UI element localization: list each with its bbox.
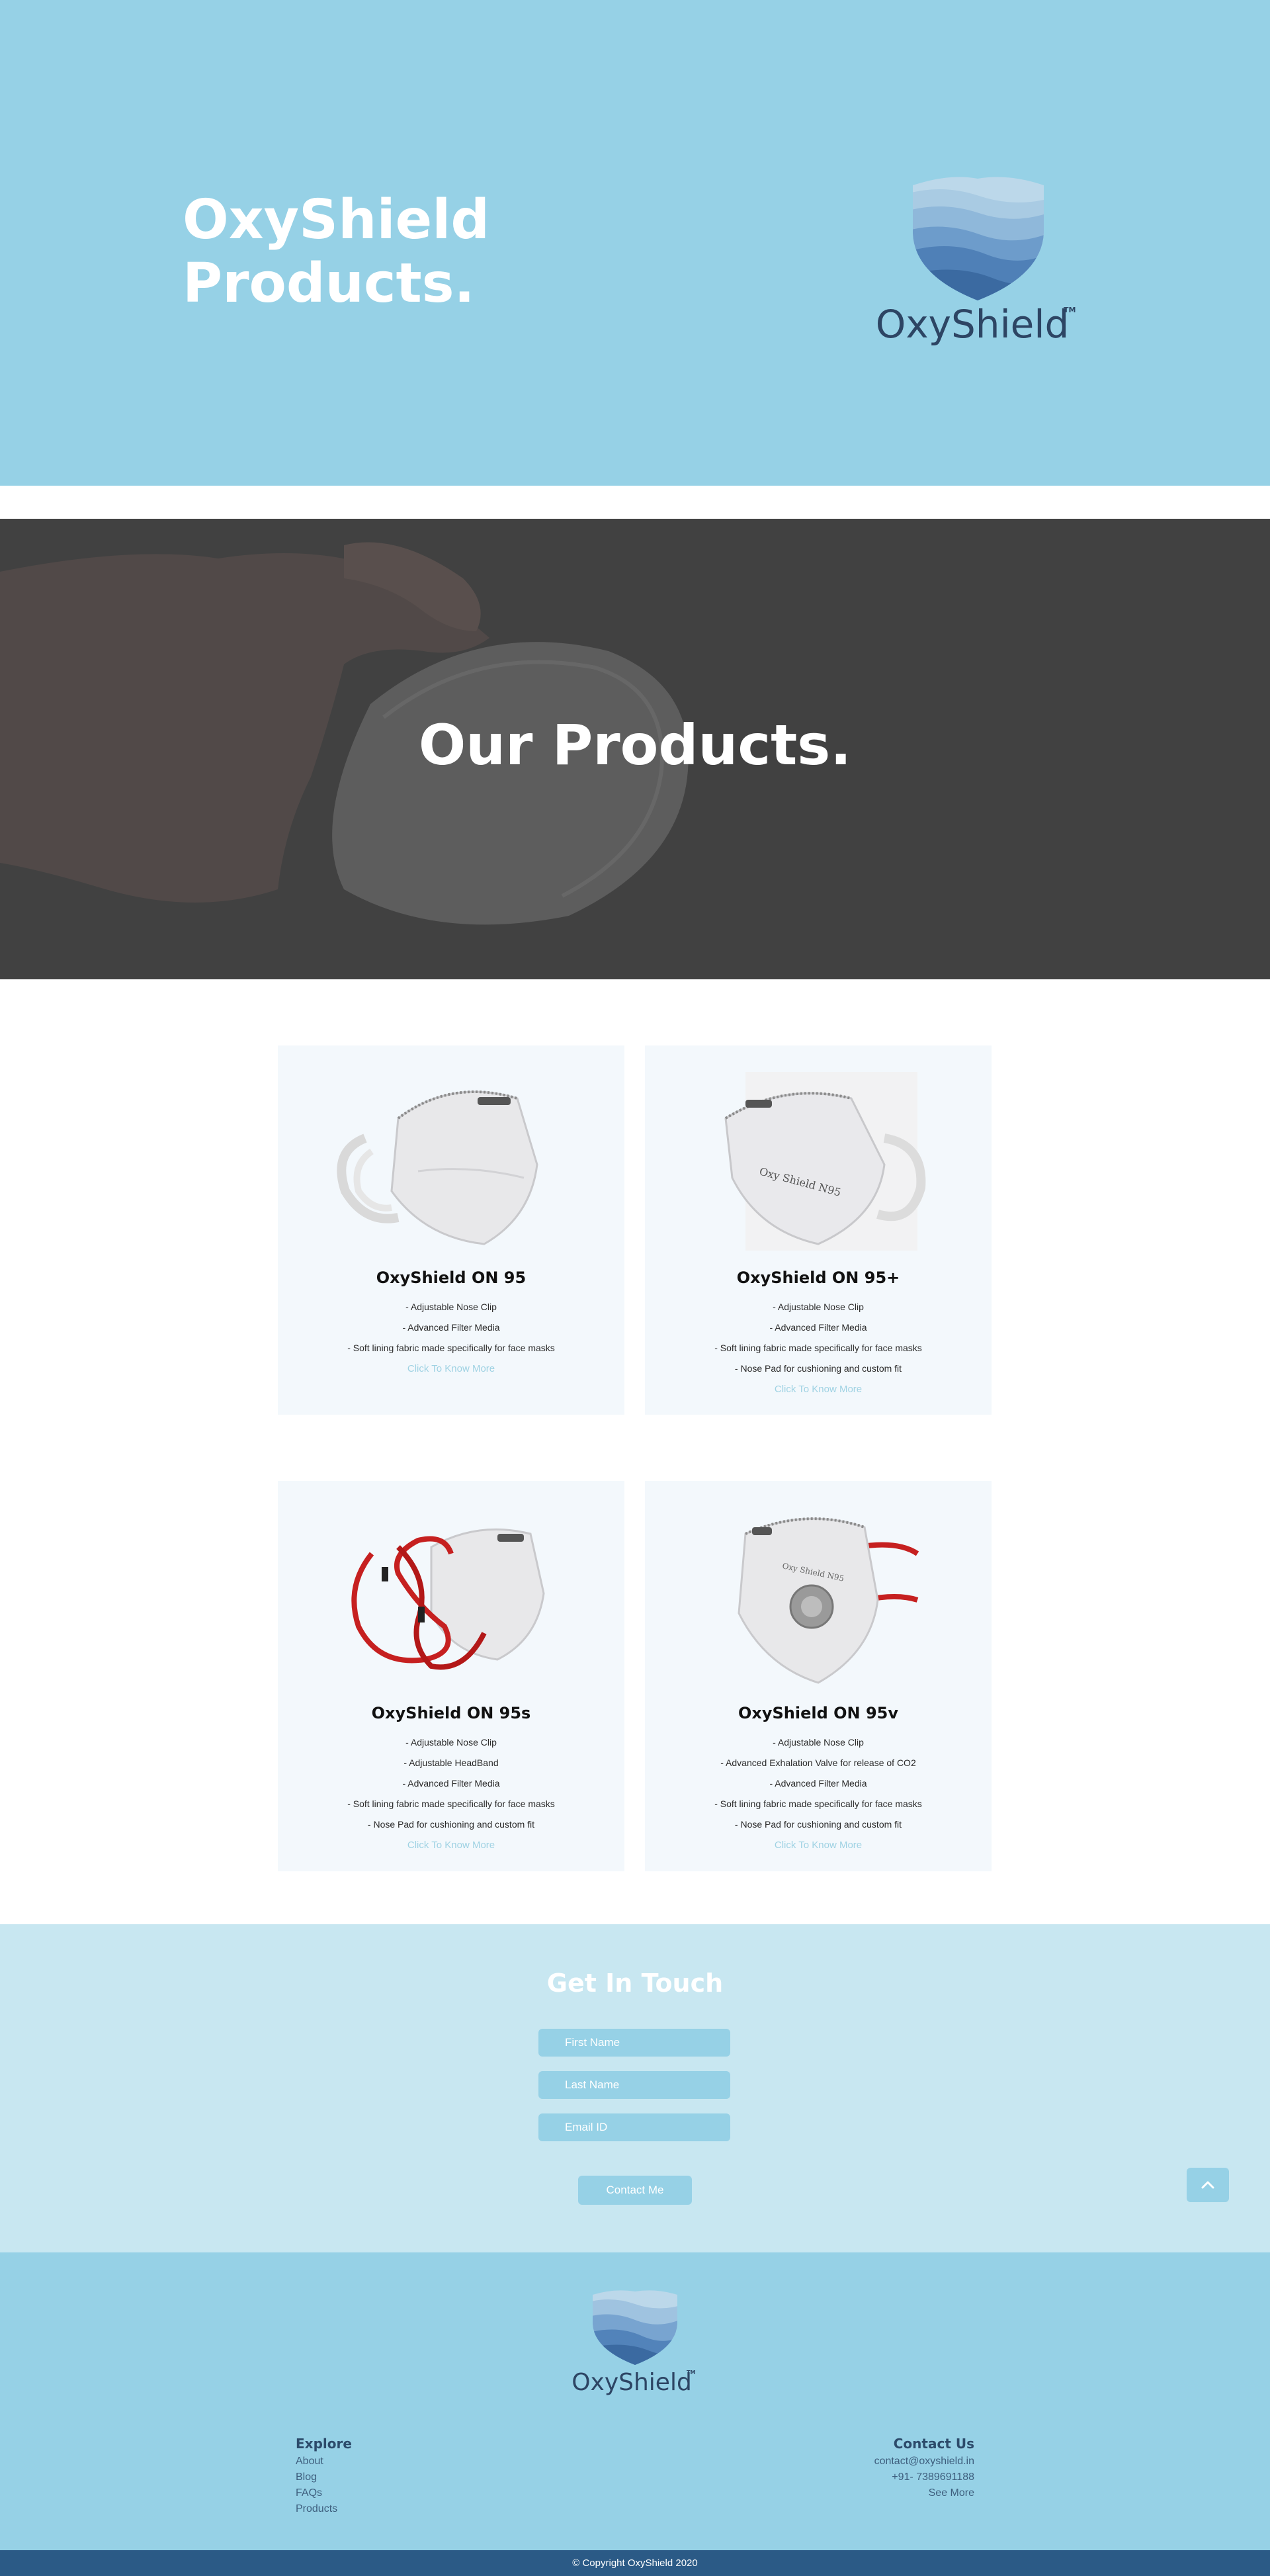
- hero-title-line2: Products.: [183, 252, 475, 315]
- know-more-link[interactable]: Click To Know More: [278, 1835, 624, 1855]
- product-card-on95: OxyShield ON 95 - Adjustable Nose Clip -…: [278, 1045, 624, 1415]
- footer-email-link[interactable]: contact@oxyshield.in: [776, 2454, 974, 2469]
- contact-us-column: Contact Us contact@oxyshield.in +91- 738…: [776, 2434, 974, 2501]
- footer-link-about[interactable]: About: [296, 2454, 494, 2469]
- feature-item: - Nose Pad for cushioning and custom fit: [367, 1819, 535, 1830]
- feature-item: - Soft lining fabric made specifically f…: [714, 1799, 922, 1809]
- product-card-on95s: OxyShield ON 95s - Adjustable Nose Clip …: [278, 1481, 624, 1871]
- feature-item: - Advanced Filter Media: [402, 1778, 500, 1789]
- product-model: ON 95+: [831, 1268, 900, 1287]
- logo-trademark: TM: [1064, 306, 1076, 314]
- hero-section: OxyShield Products. OxyShield TM: [0, 0, 1270, 486]
- feature-item: - Nose Pad for cushioning and custom fit: [734, 1819, 902, 1830]
- footer-phone-link[interactable]: +91- 7389691188: [776, 2469, 974, 2485]
- product-name: OxyShield ON 95+: [645, 1268, 992, 1288]
- feature-item: - Nose Pad for cushioning and custom fit: [734, 1363, 902, 1374]
- mask-image-on95s: [351, 1528, 545, 1670]
- footer-logo-trademark: TM: [687, 2370, 695, 2376]
- feature-list: - Adjustable Nose Clip - Advanced Exhala…: [645, 1732, 992, 1855]
- contact-title: Get In Touch: [546, 1969, 724, 1998]
- first-name-input[interactable]: [538, 2029, 730, 2057]
- product-brand: OxyShield: [376, 1268, 466, 1287]
- footer-oxyshield-logo: OxyShield TM: [572, 2290, 695, 2396]
- mask-image-on95: [337, 1090, 538, 1245]
- feature-list: - Adjustable Nose Clip - Advanced Filter…: [645, 1297, 992, 1399]
- copyright-bar: © Copyright OxyShield 2020: [0, 2550, 1270, 2576]
- product-card-on95v: Oxy Shield N95 OxyShield ON 95v - Adjust…: [645, 1481, 992, 1871]
- chevron-up-icon: [1201, 2181, 1214, 2189]
- hero-title-line1: OxyShield: [183, 189, 490, 251]
- feature-list: - Adjustable Nose Clip - Adjustable Head…: [278, 1732, 624, 1855]
- feature-item: - Soft lining fabric made specifically f…: [714, 1343, 922, 1353]
- feature-item: - Adjustable Nose Clip: [405, 1737, 497, 1748]
- mask-image-on95v: Oxy Shield N95: [738, 1517, 919, 1684]
- contact-me-button[interactable]: Contact Me: [578, 2176, 692, 2205]
- logo-wordmark: OxyShield: [876, 302, 1070, 347]
- feature-item: - Adjustable Nose Clip: [773, 1737, 864, 1748]
- last-name-input[interactable]: [538, 2071, 730, 2099]
- feature-item: - Soft lining fabric made specifically f…: [347, 1343, 555, 1353]
- feature-item: - Advanced Filter Media: [769, 1778, 867, 1789]
- footer-see-more-link[interactable]: See More: [776, 2485, 974, 2501]
- feature-item: - Adjustable Nose Clip: [773, 1302, 864, 1312]
- product-model: ON 95v: [833, 1704, 899, 1722]
- know-more-link[interactable]: Click To Know More: [278, 1358, 624, 1379]
- email-input[interactable]: [538, 2113, 730, 2141]
- shield-icon: [593, 2290, 677, 2365]
- product-name: OxyShield ON 95: [278, 1268, 624, 1288]
- product-name: OxyShield ON 95v: [645, 1703, 992, 1723]
- hero-title: OxyShield Products.: [183, 189, 593, 316]
- products-banner: Our Products.: [0, 519, 1270, 979]
- footer-logo-wordmark: OxyShield: [572, 2369, 692, 2396]
- product-brand: OxyShield: [738, 1704, 828, 1722]
- oxyshield-logo: OxyShield TM: [876, 177, 1076, 347]
- site-footer: OxyShield TM Explore About Blog FAQs Pro…: [0, 2252, 1270, 2550]
- banner-title: Our Products.: [418, 713, 852, 777]
- product-name: OxyShield ON 95s: [278, 1703, 624, 1723]
- feature-item: - Adjustable Nose Clip: [405, 1302, 497, 1312]
- footer-link-blog[interactable]: Blog: [296, 2469, 494, 2485]
- product-brand: OxyShield: [371, 1704, 462, 1722]
- feature-list: - Adjustable Nose Clip - Advanced Filter…: [278, 1297, 624, 1379]
- product-brand: OxyShield: [736, 1268, 827, 1287]
- feature-item: - Advanced Exhalation Valve for release …: [720, 1757, 916, 1768]
- know-more-link[interactable]: Click To Know More: [645, 1379, 992, 1399]
- mask-image-on95-plus: Oxy Shield N95: [724, 1072, 926, 1251]
- feature-item: - Adjustable HeadBand: [403, 1757, 499, 1768]
- feature-item: - Soft lining fabric made specifically f…: [347, 1799, 555, 1809]
- feature-item: - Advanced Filter Media: [769, 1322, 867, 1333]
- product-model: ON 95: [471, 1268, 527, 1287]
- footer-link-products[interactable]: Products: [296, 2501, 494, 2517]
- know-more-link[interactable]: Click To Know More: [645, 1835, 992, 1855]
- feature-item: - Advanced Filter Media: [402, 1322, 500, 1333]
- explore-title: Explore: [296, 2436, 352, 2452]
- product-card-on95-plus: Oxy Shield N95 OxyShield ON 95+ - Adjust…: [645, 1045, 992, 1415]
- contact-section: Get In Touch Contact Me: [0, 1924, 1270, 2252]
- explore-column: Explore About Blog FAQs Products: [296, 2434, 494, 2517]
- back-to-top-button[interactable]: [1187, 2168, 1229, 2202]
- contact-us-title: Contact Us: [893, 2436, 974, 2452]
- product-model: ON 95s: [466, 1704, 531, 1722]
- footer-link-faqs[interactable]: FAQs: [296, 2485, 494, 2501]
- shield-icon: [913, 177, 1044, 300]
